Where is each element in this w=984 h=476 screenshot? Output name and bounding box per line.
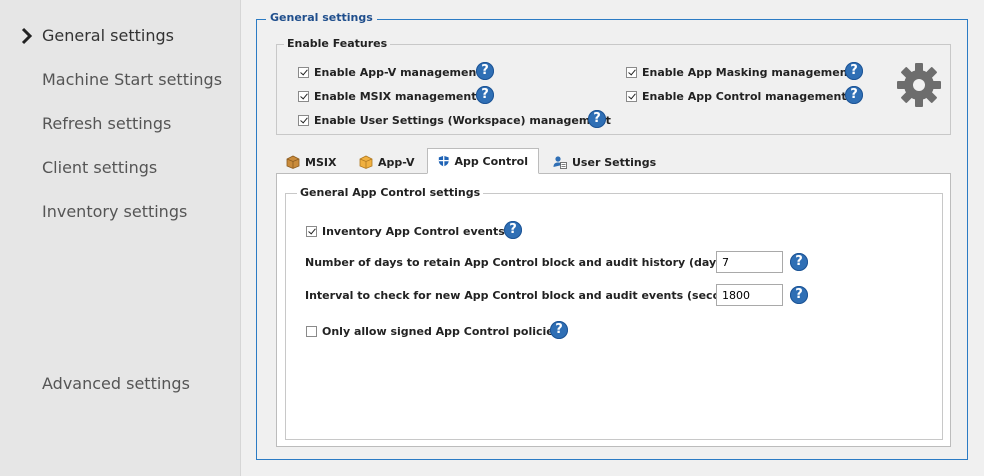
tab-user-settings-label: User Settings: [572, 155, 657, 169]
tab-app-control-label: App Control: [454, 154, 528, 168]
retain-days-input[interactable]: [716, 251, 783, 273]
enable-user-settings-checkbox[interactable]: [298, 114, 309, 126]
tab-app-v-label: App-V: [378, 155, 415, 169]
inventory-app-control-events-option[interactable]: Inventory App Control events: [306, 222, 505, 240]
sidebar-item-advanced-settings[interactable]: Advanced settings: [42, 374, 190, 393]
enable-app-masking-help-icon[interactable]: ?: [845, 62, 863, 80]
signed-policies-help-icon[interactable]: ?: [550, 321, 568, 339]
check-interval-label: Interval to check for new App Control bl…: [305, 289, 752, 302]
enable-app-masking-label: Enable App Masking management: [642, 65, 853, 79]
retain-days-help-icon[interactable]: ?: [790, 253, 808, 271]
shield-icon: [438, 155, 449, 167]
sidebar-item-client-settings[interactable]: Client settings: [42, 158, 157, 177]
enable-user-settings-help-icon[interactable]: ?: [588, 110, 606, 128]
inventory-app-control-events-checkbox[interactable]: [306, 225, 317, 237]
enable-msix-help-icon[interactable]: ?: [476, 86, 494, 104]
inventory-app-control-events-label: Inventory App Control events: [322, 224, 505, 238]
enable-msix-option[interactable]: Enable MSIX management: [298, 87, 476, 105]
general-settings-title: General settings: [266, 11, 377, 24]
enable-app-control-label: Enable App Control management: [642, 89, 847, 103]
tab-app-v[interactable]: App-V: [359, 150, 415, 174]
enable-app-control-checkbox[interactable]: [626, 90, 637, 102]
enable-user-settings-label: Enable User Settings (Workspace) managem…: [314, 113, 611, 127]
gear-icon[interactable]: [896, 62, 942, 108]
check-interval-input[interactable]: [716, 284, 783, 306]
enable-msix-label: Enable MSIX management: [314, 89, 477, 103]
enable-appv-label: Enable App-V management: [314, 65, 482, 79]
signed-policies-option[interactable]: Only allow signed App Control policies: [306, 322, 560, 340]
tab-msix[interactable]: MSIX: [286, 150, 336, 174]
tab-user-settings[interactable]: User Settings: [553, 150, 656, 174]
enable-features-title: Enable Features: [284, 37, 391, 50]
signed-policies-label: Only allow signed App Control policies: [322, 324, 561, 338]
retain-days-label: Number of days to retain App Control blo…: [305, 256, 733, 269]
sidebar: General settings Machine Start settings …: [0, 0, 241, 476]
sidebar-item-inventory-settings[interactable]: Inventory settings: [42, 202, 187, 221]
enable-appv-option[interactable]: Enable App-V management: [298, 63, 482, 81]
enable-app-masking-option[interactable]: Enable App Masking management: [626, 63, 853, 81]
sidebar-item-refresh-settings[interactable]: Refresh settings: [42, 114, 171, 133]
enable-msix-checkbox[interactable]: [298, 90, 309, 102]
sidebar-item-machine-start-settings[interactable]: Machine Start settings: [42, 70, 222, 89]
enable-app-masking-checkbox[interactable]: [626, 66, 637, 78]
package-icon: [286, 155, 300, 169]
user-settings-icon: [553, 156, 567, 169]
enable-app-control-help-icon[interactable]: ?: [845, 86, 863, 104]
sidebar-item-general-settings[interactable]: General settings: [42, 26, 174, 45]
tab-msix-label: MSIX: [305, 155, 337, 169]
enable-appv-help-icon[interactable]: ?: [476, 62, 494, 80]
tab-app-control[interactable]: App Control: [427, 148, 539, 174]
chevron-right-icon: [21, 27, 33, 45]
general-app-control-title: General App Control settings: [297, 186, 484, 199]
enable-appv-checkbox[interactable]: [298, 66, 309, 78]
signed-policies-checkbox[interactable]: [306, 325, 317, 337]
check-interval-help-icon[interactable]: ?: [790, 286, 808, 304]
inventory-events-help-icon[interactable]: ?: [504, 221, 522, 239]
box-icon: [359, 155, 373, 169]
enable-user-settings-option[interactable]: Enable User Settings (Workspace) managem…: [298, 111, 611, 129]
enable-app-control-option[interactable]: Enable App Control management: [626, 87, 847, 105]
